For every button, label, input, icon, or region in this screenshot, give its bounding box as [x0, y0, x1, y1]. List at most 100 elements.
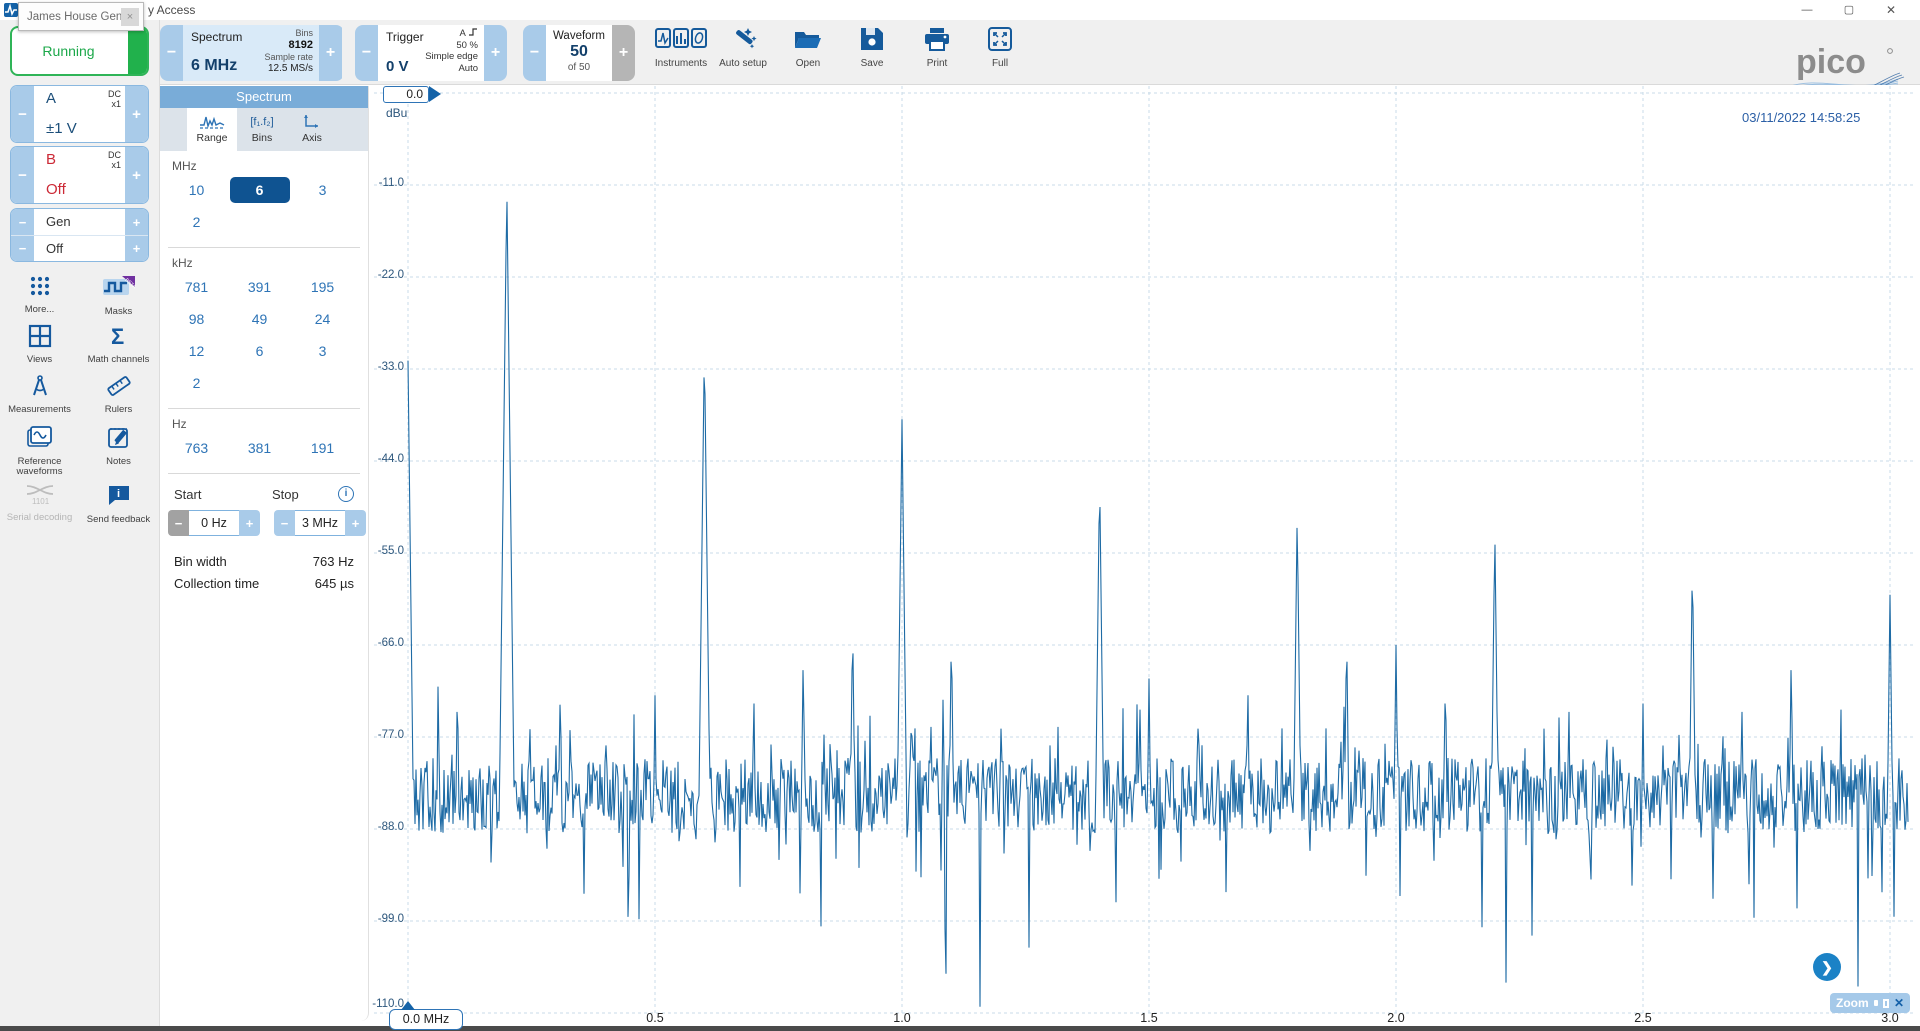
measurements-icon [28, 374, 52, 398]
notes-button[interactable]: Notes [79, 420, 158, 478]
tab-axis[interactable]: Axis [287, 108, 337, 151]
range-option-781khz[interactable]: 781 [167, 274, 227, 300]
y-axis-marker[interactable]: 0.0 [383, 86, 429, 103]
stop-frequency-stepper: − 3 MHz + [274, 510, 366, 536]
send-feedback-button[interactable]: i Send feedback [79, 478, 158, 528]
range-option-381hz[interactable]: 381 [230, 435, 290, 461]
start-frequency-stepper: − 0 Hz + [168, 510, 260, 536]
waveform-block[interactable]: Waveform 50 of 50 [546, 25, 612, 81]
y-tick-label: -33.0 [348, 361, 404, 373]
range-option-191hz[interactable]: 191 [293, 435, 353, 461]
channel-a-block: − A DCx1 ±1 V + [10, 85, 149, 143]
instruments-button[interactable]: Instruments [649, 24, 713, 82]
waveform-previous-button[interactable]: − [523, 25, 546, 81]
channel-b-settings[interactable]: B DCx1 Off [34, 147, 125, 203]
range-option-10mhz[interactable]: 10 [167, 177, 227, 203]
trigger-mode: Simple edge [425, 51, 478, 63]
open-label: Open [776, 58, 840, 69]
next-view-button[interactable]: ❯ [1813, 953, 1841, 981]
start-decrease-button[interactable]: − [168, 510, 189, 536]
run-stop-button[interactable]: Running [10, 26, 149, 76]
minimize-button[interactable]: — [1790, 0, 1824, 20]
range-option-24khz[interactable]: 24 [293, 306, 353, 332]
auto-setup-button[interactable]: Auto setup [711, 24, 775, 82]
bin-width-row: Bin width 763 Hz [174, 554, 354, 569]
range-option-391khz[interactable]: 391 [230, 274, 290, 300]
range-option-2mhz[interactable]: 2 [167, 209, 227, 235]
range-option-3mhz[interactable]: 3 [293, 177, 353, 203]
x-tick-label: 0.5 [633, 1011, 677, 1025]
full-screen-button[interactable]: Full [968, 24, 1032, 82]
y-axis-unit: dBu [386, 106, 407, 120]
more-button[interactable]: More... [0, 270, 79, 320]
zoom-box-icon[interactable] [1883, 999, 1889, 1008]
range-option-12khz[interactable]: 12 [167, 338, 227, 364]
spectrum-plot [370, 85, 1920, 1026]
channel-b-range: Off [46, 181, 66, 198]
instruments-label: Instruments [649, 58, 713, 69]
y-tick-label: -99.0 [348, 913, 404, 925]
rulers-button[interactable]: Rulers [79, 370, 158, 420]
maximize-button[interactable]: ▢ [1832, 0, 1866, 20]
generator-decrease-button[interactable]: − [11, 209, 34, 235]
math-channels-button[interactable]: Σ Math channels [79, 320, 158, 370]
spectrum-range-block[interactable]: Spectrum 6 MHz Bins 8192 Sample rate 12.… [183, 25, 319, 81]
channel-b-decrease-button[interactable]: − [11, 147, 34, 203]
channel-b-name: B [46, 151, 56, 168]
zoom-window-icon[interactable] [1874, 1000, 1878, 1006]
tab-range[interactable]: Range [187, 108, 237, 151]
picoscope-window: y Access — ▢ ✕ James House Gen... × − Sp… [0, 0, 1920, 1031]
y-tick-label: -77.0 [348, 729, 404, 741]
generator-output-value[interactable]: Off [34, 236, 125, 261]
spectrum-range-decrease-button[interactable]: − [160, 25, 183, 81]
panel-tabs: Range [f₁.f₂] Bins Axis [160, 108, 368, 151]
masks-icon: BETA [102, 274, 136, 300]
open-button[interactable]: Open [776, 24, 840, 82]
y-tick-label: -44.0 [348, 453, 404, 465]
channel-a-settings[interactable]: A DCx1 ±1 V [34, 86, 125, 142]
measurements-button[interactable]: Measurements [0, 370, 79, 420]
y-tick-label: -88.0 [348, 821, 404, 833]
channel-b-increase-button[interactable]: + [125, 147, 148, 203]
range-option-2khz[interactable]: 2 [167, 370, 227, 396]
range-option-6mhz-selected[interactable]: 6 [230, 177, 290, 203]
generator-output-decrease-button[interactable]: − [11, 236, 34, 261]
channel-b-block: − B DCx1 Off + [10, 146, 149, 204]
print-button[interactable]: Print [905, 24, 969, 82]
save-icon [859, 26, 885, 52]
masks-button[interactable]: BETA Masks [79, 270, 158, 320]
range-option-6khz[interactable]: 6 [230, 338, 290, 364]
save-button[interactable]: Save [840, 24, 904, 82]
range-option-49khz[interactable]: 49 [230, 306, 290, 332]
close-button[interactable]: ✕ [1874, 0, 1908, 20]
start-frequency-value[interactable]: 0 Hz [189, 510, 239, 536]
channel-a-decrease-button[interactable]: − [11, 86, 34, 142]
start-increase-button[interactable]: + [239, 510, 260, 536]
x-axis-marker[interactable]: 0.0 MHz [389, 1009, 463, 1030]
range-option-98khz[interactable]: 98 [167, 306, 227, 332]
tab-bins[interactable]: [f₁.f₂] Bins [237, 108, 287, 151]
bins-label: Bins [264, 28, 313, 39]
trigger-increase-button[interactable]: + [484, 25, 507, 81]
trigger-block[interactable]: Trigger 0 V A 50 % Simple edge Auto [378, 25, 484, 81]
stop-frequency-value[interactable]: 3 MHz [295, 510, 345, 536]
stop-increase-button[interactable]: + [345, 510, 366, 536]
channel-a-increase-button[interactable]: + [125, 86, 148, 142]
generator-output-increase-button[interactable]: + [125, 236, 148, 261]
views-button[interactable]: Views [0, 320, 79, 370]
generator-increase-button[interactable]: + [125, 209, 148, 235]
stop-decrease-button[interactable]: − [274, 510, 295, 536]
zoom-close-icon[interactable]: ✕ [1894, 993, 1904, 1013]
spectrum-range-increase-button[interactable]: + [319, 25, 342, 81]
range-option-3khz[interactable]: 3 [293, 338, 353, 364]
info-icon[interactable]: i [338, 486, 354, 502]
reference-waveforms-button[interactable]: Reference waveforms [0, 420, 79, 478]
generator-label[interactable]: Gen [34, 209, 125, 235]
trigger-decrease-button[interactable]: − [355, 25, 378, 81]
popup-close-icon[interactable]: × [121, 8, 139, 26]
waveform-next-button[interactable]: + [612, 25, 635, 81]
zoom-toolbar: Zoom ✕ [1830, 993, 1910, 1013]
mhz-section-label: MHz [172, 159, 368, 173]
range-option-763hz[interactable]: 763 [167, 435, 227, 461]
range-option-195khz[interactable]: 195 [293, 274, 353, 300]
